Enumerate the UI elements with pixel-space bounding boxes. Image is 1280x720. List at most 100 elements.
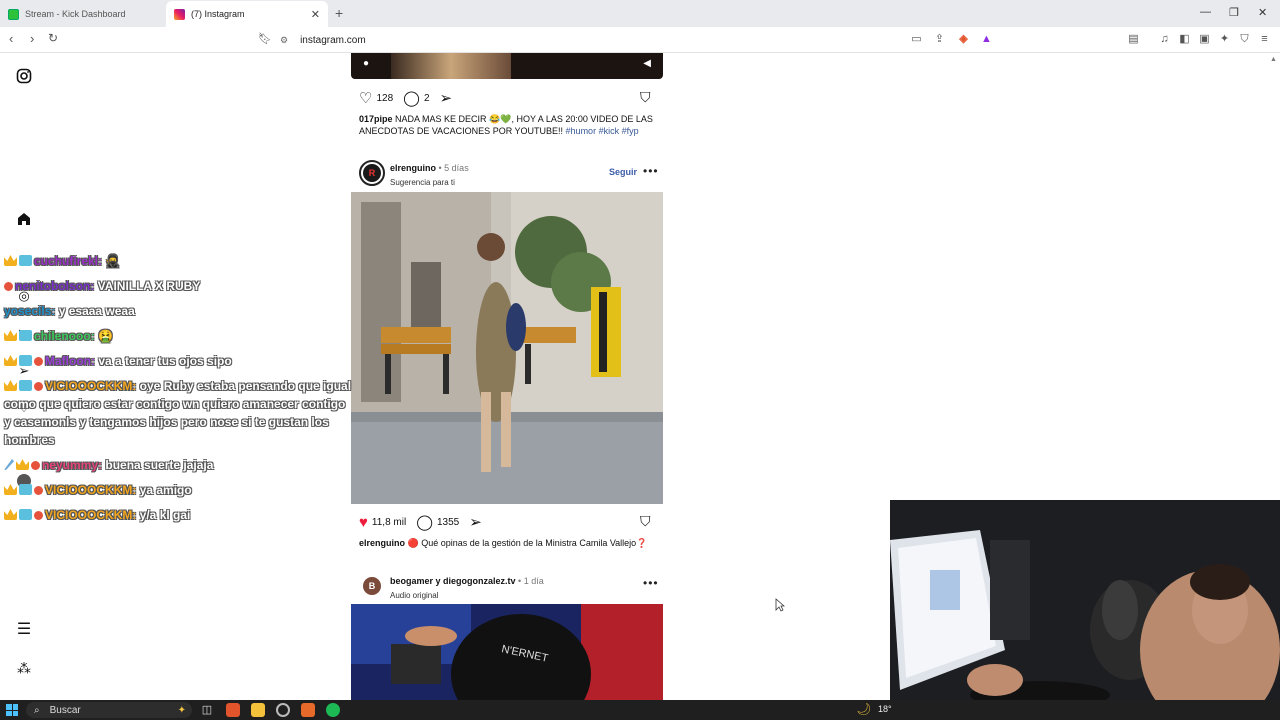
chat-username: yosecils: xyxy=(4,304,56,318)
chat-text: y esaaa weaa xyxy=(55,304,135,318)
taskbar: ⌕ Buscar ✦ ◫ 🌙︎ 18° xyxy=(0,700,1280,720)
vpn-icon[interactable]: ⛉ xyxy=(1238,33,1251,46)
like-icon-filled[interactable]: ♥ xyxy=(359,514,368,531)
tab-title: Stream - Kick Dashboard xyxy=(25,9,126,19)
forward-icon[interactable]: › xyxy=(30,31,34,46)
tag-user-icon[interactable]: ● xyxy=(363,58,369,69)
comment-icon[interactable]: ◯ xyxy=(403,89,420,107)
media-icon[interactable]: ♫ xyxy=(1158,33,1171,46)
chat-message: cuchufirekl: 🥷 xyxy=(4,252,354,270)
more-options-icon[interactable]: ••• xyxy=(643,164,659,178)
sub-badge-icon xyxy=(34,511,43,520)
windows-start-icon[interactable] xyxy=(6,704,18,716)
file-explorer-icon[interactable] xyxy=(251,703,265,717)
chat-text: va a tener tus ojos sipo xyxy=(95,354,232,368)
temperature[interactable]: 18° xyxy=(878,704,892,714)
menu-icon[interactable]: ≡ xyxy=(1258,33,1271,46)
post1-caption: 017pipe NADA MAS KE DECIR 😂💚, HOY A LAS … xyxy=(359,113,659,137)
post-time: 1 día xyxy=(523,576,544,586)
post1-actions: ♡ 128 ◯ 2 ➢ xyxy=(359,89,456,107)
chat-username: VICIOOOCKKM: xyxy=(45,483,137,497)
comment-count: 2 xyxy=(423,92,430,104)
app-icon[interactable] xyxy=(301,703,315,717)
share-icon[interactable]: ➢ xyxy=(469,513,482,531)
webcam-overlay xyxy=(890,500,1280,720)
save-icon[interactable]: ⛉ xyxy=(640,89,651,106)
task-view-icon[interactable]: ◫ xyxy=(200,703,214,717)
back-icon[interactable]: ‹ xyxy=(9,31,13,46)
avatar[interactable]: R xyxy=(359,159,385,186)
minimize-button[interactable]: — xyxy=(1200,6,1211,18)
like-icon[interactable]: ♡ xyxy=(359,89,372,107)
tab-instagram[interactable]: (7) Instagram ✕ xyxy=(166,1,328,27)
close-tab-icon[interactable]: ✕ xyxy=(311,8,320,21)
post2-actions: ♥ 11,8 mil ◯ 1355 ➢ xyxy=(359,513,486,532)
sub-badge-icon xyxy=(34,382,43,391)
address-bar[interactable]: ⚙ instagram.com xyxy=(280,30,1000,50)
sidebar-icon[interactable]: ◧ xyxy=(1178,33,1191,46)
crown-badge-icon xyxy=(4,509,17,520)
menu-icon[interactable]: ☰ xyxy=(14,620,34,640)
post1-media[interactable]: ● ◀ xyxy=(351,53,663,79)
comment-count: 1355 xyxy=(436,516,460,528)
share-icon[interactable]: ⇪ xyxy=(933,33,946,46)
copilot-sparkle-icon: ✦ xyxy=(177,704,186,716)
chat-username: cuchufirekl: xyxy=(34,254,103,268)
scroll-up-icon[interactable]: ▲ xyxy=(1270,56,1277,63)
leo-icon[interactable]: ✦ xyxy=(1218,33,1231,46)
sub-badge-icon xyxy=(34,357,43,366)
tab-kick-dashboard[interactable]: Stream - Kick Dashboard xyxy=(0,1,166,27)
hashtags[interactable]: #humor #kick #fyp xyxy=(566,126,639,136)
post2-media[interactable] xyxy=(351,192,663,504)
post-subtitle: Sugerencia para ti xyxy=(390,178,455,187)
brave-rewards-icon[interactable]: ▲ xyxy=(980,33,993,46)
chat-text: 🥷 xyxy=(102,254,121,268)
reload-icon[interactable]: ↻ xyxy=(48,31,58,45)
caption-user[interactable]: elrenguino xyxy=(359,538,405,548)
cube-badge-icon xyxy=(19,330,32,341)
instagram-icon[interactable] xyxy=(14,68,34,88)
chat-message: VICIOOOCKKM: ya amigo xyxy=(4,481,354,499)
new-tab-button[interactable]: + xyxy=(335,5,343,21)
cast-icon[interactable]: ▭ xyxy=(910,33,923,46)
crown-badge-icon xyxy=(4,255,17,266)
more-icon[interactable]: ⁂ xyxy=(14,658,34,678)
chat-message: yosecils: y esaaa weaa xyxy=(4,302,354,320)
restore-button[interactable]: ❐ xyxy=(1229,6,1239,19)
obs-icon[interactable] xyxy=(276,703,290,717)
bookmark-icon[interactable]: 🔖︎ xyxy=(258,33,272,46)
save-icon[interactable]: ⛉ xyxy=(640,513,651,530)
sub-badge-icon xyxy=(4,282,13,291)
share-icon[interactable]: ➢ xyxy=(440,89,453,107)
reader-icon[interactable]: ▤ xyxy=(1127,33,1140,46)
chat-username: nenitobolson: xyxy=(15,279,95,293)
chat-text: 🤮 xyxy=(94,329,113,343)
chat-message: VICIOOOCKKM: y/a kl gai xyxy=(4,506,354,524)
taskbar-search[interactable]: ⌕ Buscar ✦ xyxy=(26,702,192,718)
post-subtitle[interactable]: Audio original xyxy=(390,591,544,600)
browser-toolbar: ‹ › ↻ 🔖︎ ⚙ instagram.com ▭ ⇪ ◈ ▲ ▤ ♫ ◧ ▣… xyxy=(0,27,1280,53)
post-username[interactable]: elrenguino xyxy=(390,163,436,173)
sub-badge-icon xyxy=(34,486,43,495)
post3-media[interactable]: N'ERNET xyxy=(351,604,663,700)
post-username[interactable]: beogamer y diegogonzalez.tv xyxy=(390,576,516,586)
brave-shields-icon[interactable]: ◈ xyxy=(957,33,970,46)
close-window-button[interactable]: ✕ xyxy=(1258,6,1267,19)
spotify-icon[interactable] xyxy=(326,703,340,717)
cube-badge-icon xyxy=(19,380,32,391)
follow-button[interactable]: Seguir xyxy=(609,167,637,177)
like-count: 128 xyxy=(376,92,394,104)
comment-icon[interactable]: ◯ xyxy=(416,513,433,531)
wallet-icon[interactable]: ▣ xyxy=(1198,33,1211,46)
cube-badge-icon xyxy=(19,255,32,266)
caption-user[interactable]: 017pipe xyxy=(359,114,393,124)
brave-app-icon[interactable] xyxy=(226,703,240,717)
weather-moon-icon[interactable]: 🌙︎ xyxy=(856,702,871,716)
sub-badge-icon xyxy=(31,461,40,470)
home-icon[interactable] xyxy=(14,211,34,231)
chat-text: ya amigo xyxy=(136,483,192,497)
site-info-icon[interactable]: ⚙ xyxy=(280,35,288,46)
audio-icon[interactable]: ◀ xyxy=(643,58,651,69)
avatar[interactable]: B xyxy=(359,572,385,599)
more-options-icon[interactable]: ••• xyxy=(643,576,659,590)
